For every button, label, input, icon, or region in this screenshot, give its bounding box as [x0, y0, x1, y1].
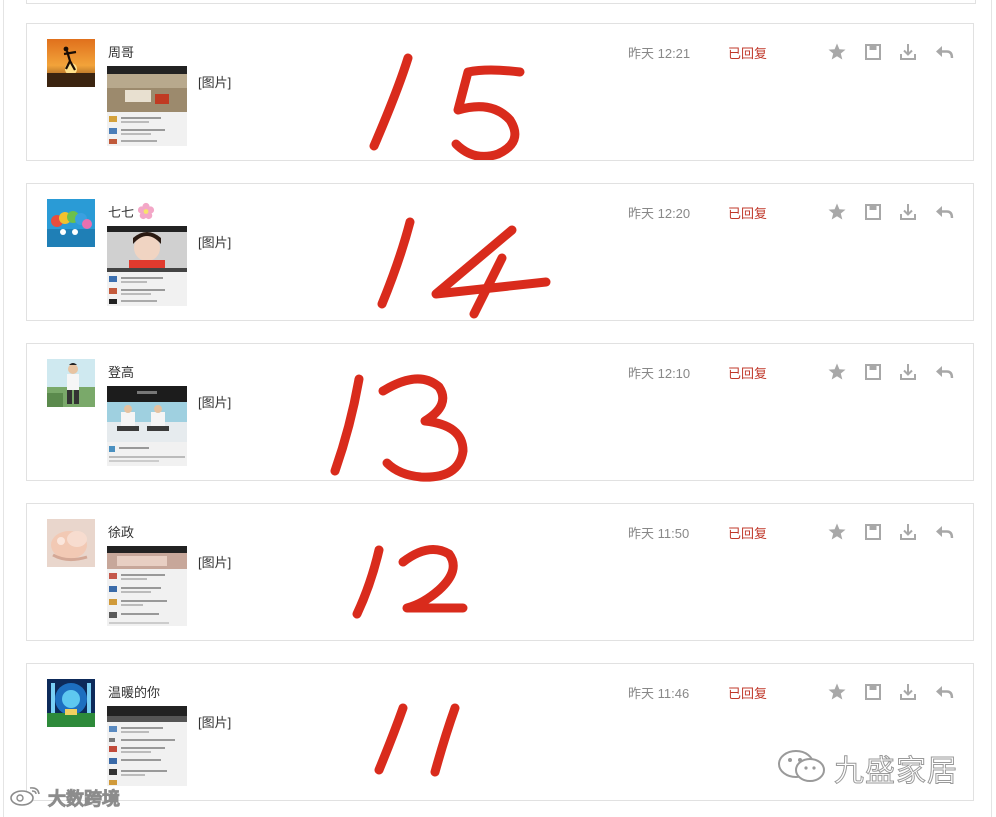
message-content: [图片] — [198, 715, 232, 730]
message-content: [图片] — [198, 75, 232, 90]
download-icon[interactable] — [897, 521, 919, 543]
sender-name-text: 七七 — [108, 205, 135, 220]
save-icon[interactable] — [862, 521, 884, 543]
message-card[interactable]: 七七 [图片] 昨天 12:20 已回复 — [26, 183, 974, 321]
download-icon[interactable] — [897, 361, 919, 383]
reply-icon[interactable] — [933, 201, 955, 223]
image-thumbnail[interactable] — [107, 706, 187, 786]
message-time: 昨天 12:20 — [628, 206, 691, 221]
save-icon[interactable] — [862, 681, 884, 703]
sender-name[interactable]: 周哥 — [108, 42, 134, 61]
star-icon[interactable] — [826, 521, 848, 543]
image-thumbnail[interactable] — [107, 66, 187, 146]
reply-status: 已回复 — [728, 46, 768, 61]
weibo-logo-icon — [8, 785, 44, 812]
star-icon[interactable] — [826, 41, 848, 63]
watermark-text: 九盛家居 — [834, 754, 958, 790]
message-time: 昨天 11:46 — [628, 686, 690, 701]
message-content: [图片] — [198, 555, 232, 570]
reply-icon[interactable] — [933, 521, 955, 543]
avatar[interactable] — [47, 679, 95, 727]
reply-status: 已回复 — [728, 206, 768, 221]
avatar[interactable] — [47, 359, 95, 407]
star-icon[interactable] — [826, 361, 848, 383]
message-time: 昨天 12:10 — [628, 366, 691, 381]
message-card[interactable]: 周哥 [图片] 昨天 12:21 已回复 — [26, 23, 974, 161]
sender-name[interactable]: 七七 — [108, 202, 155, 223]
panel-right-border — [991, 0, 992, 817]
star-icon[interactable] — [826, 681, 848, 703]
watermark-dashu: 大数跨境 — [8, 784, 120, 812]
wechat-logo-icon — [776, 748, 828, 789]
avatar[interactable] — [47, 39, 95, 87]
sender-name[interactable]: 登高 — [108, 362, 134, 381]
message-card[interactable]: 登高 [图片] 昨天 12:10 已回复 — [26, 343, 974, 481]
reply-status: 已回复 — [728, 686, 768, 701]
reply-icon[interactable] — [933, 41, 955, 63]
sender-name[interactable]: 温暖的你 — [108, 682, 160, 701]
download-icon[interactable] — [897, 681, 919, 703]
download-icon[interactable] — [897, 201, 919, 223]
watermark-text: 大数跨境 — [48, 789, 121, 811]
reply-icon[interactable] — [933, 681, 955, 703]
message-content: [图片] — [198, 395, 232, 410]
reply-icon[interactable] — [933, 361, 955, 383]
image-thumbnail[interactable] — [107, 546, 187, 626]
save-icon[interactable] — [862, 201, 884, 223]
reply-status: 已回复 — [728, 366, 768, 381]
watermark-jiusheng: 九盛家居 — [776, 748, 958, 790]
previous-message-card-edge — [26, 0, 976, 4]
message-card[interactable]: 徐政 [图片] 昨天 11:50 已回复 — [26, 503, 974, 641]
message-time: 昨天 12:21 — [628, 46, 691, 61]
message-content: [图片] — [198, 235, 232, 250]
image-thumbnail[interactable] — [107, 226, 187, 306]
star-icon[interactable] — [826, 201, 848, 223]
flower-emoji-icon — [137, 202, 155, 223]
avatar[interactable] — [47, 199, 95, 247]
download-icon[interactable] — [897, 41, 919, 63]
avatar[interactable] — [47, 519, 95, 567]
message-time: 昨天 11:50 — [628, 526, 690, 541]
save-icon[interactable] — [862, 41, 884, 63]
reply-status: 已回复 — [728, 526, 768, 541]
panel-left-border — [3, 0, 4, 817]
image-thumbnail[interactable] — [107, 386, 187, 466]
save-icon[interactable] — [862, 361, 884, 383]
sender-name[interactable]: 徐政 — [108, 522, 134, 541]
